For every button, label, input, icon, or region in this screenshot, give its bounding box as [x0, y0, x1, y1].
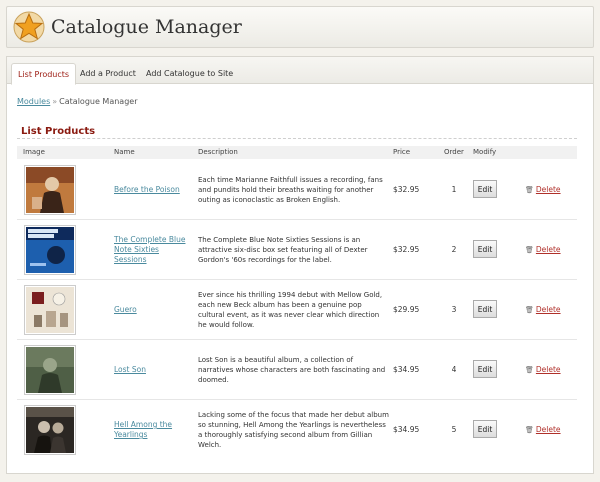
breadcrumb: Modules» Catalogue Manager	[17, 97, 138, 106]
delete-link[interactable]: 🗑 Delete	[525, 400, 561, 460]
album-cover-image	[24, 405, 76, 455]
delete-label: Delete	[535, 245, 561, 254]
edit-button[interactable]: Edit	[473, 300, 497, 318]
edit-button[interactable]: Edit	[473, 180, 497, 198]
product-price: $34.95	[393, 365, 420, 374]
product-description: Lacking some of the focus that made her …	[198, 411, 389, 449]
product-name-link[interactable]: Guero	[114, 280, 190, 340]
album-cover-image	[24, 165, 76, 215]
section-divider	[17, 138, 577, 139]
product-price: $32.95	[393, 245, 420, 254]
tab-bar: List Products Add a Product Add Catalogu…	[7, 57, 593, 85]
album-cover-image	[24, 225, 76, 275]
tab-list-products[interactable]: List Products	[11, 63, 77, 85]
edit-button[interactable]: Edit	[473, 420, 497, 438]
product-order: 2	[451, 245, 457, 254]
product-price: $32.95	[393, 185, 420, 194]
breadcrumb-link-modules[interactable]: Modules	[17, 97, 50, 106]
column-header-name: Name	[114, 148, 135, 156]
product-order: 1	[451, 185, 457, 194]
table-row: Hell Among the Yearlings Lacking some of…	[17, 400, 577, 460]
main-panel: List Products Add a Product Add Catalogu…	[6, 56, 594, 474]
table-row: The Complete Blue Note Sixties Sessions …	[17, 220, 577, 280]
product-order: 4	[451, 365, 457, 374]
product-description: Lost Son is a beautiful album, a collect…	[198, 356, 386, 384]
tab-add-product[interactable]: Add a Product	[80, 63, 136, 84]
album-cover-image	[24, 285, 76, 335]
table-row: Lost Son Lost Son is a beautiful album, …	[17, 340, 577, 400]
edit-button[interactable]: Edit	[473, 240, 497, 258]
app-header: Catalogue Manager	[6, 6, 594, 48]
product-price: $29.95	[393, 305, 420, 314]
product-description: The Complete Blue Note Sixties Sessions …	[198, 236, 368, 264]
trash-icon: 🗑	[525, 246, 534, 254]
product-order: 5	[451, 425, 457, 434]
star-icon	[13, 11, 45, 43]
edit-button[interactable]: Edit	[473, 360, 497, 378]
table-row: Before the Poison Each time Marianne Fai…	[17, 160, 577, 220]
product-table: Before the Poison Each time Marianne Fai…	[17, 160, 577, 460]
product-description: Ever since his thrilling 1994 debut with…	[198, 291, 383, 329]
delete-link[interactable]: 🗑 Delete	[525, 340, 561, 400]
product-name-link[interactable]: Before the Poison	[114, 160, 190, 220]
table-header: Image Name Description Price Order Modif…	[17, 146, 577, 159]
delete-link[interactable]: 🗑 Delete	[525, 220, 561, 280]
table-row: Guero Ever since his thrilling 1994 debu…	[17, 280, 577, 340]
delete-label: Delete	[535, 185, 561, 194]
delete-link[interactable]: 🗑 Delete	[525, 280, 561, 340]
product-order: 3	[451, 305, 457, 314]
column-header-image: Image	[23, 148, 45, 156]
trash-icon: 🗑	[525, 426, 534, 434]
column-header-description: Description	[198, 148, 238, 156]
product-name-link[interactable]: Hell Among the Yearlings	[114, 400, 190, 460]
product-name-link[interactable]: Lost Son	[114, 340, 190, 400]
delete-label: Delete	[535, 365, 561, 374]
album-cover-image	[24, 345, 76, 395]
column-header-price: Price	[393, 148, 411, 156]
column-header-modify: Modify	[473, 148, 497, 156]
product-name-link[interactable]: The Complete Blue Note Sixties Sessions	[114, 220, 190, 280]
trash-icon: 🗑	[525, 366, 534, 374]
trash-icon: 🗑	[525, 306, 534, 314]
app-title: Catalogue Manager	[51, 16, 242, 38]
breadcrumb-current: Catalogue Manager	[59, 97, 138, 106]
breadcrumb-separator: »	[52, 97, 58, 106]
section-title: List Products	[21, 126, 96, 137]
delete-label: Delete	[535, 425, 561, 434]
product-price: $34.95	[393, 425, 420, 434]
tab-add-catalogue-to-site[interactable]: Add Catalogue to Site	[146, 63, 233, 84]
column-header-order: Order	[444, 148, 464, 156]
product-description: Each time Marianne Faithfull issues a re…	[198, 176, 383, 204]
delete-link[interactable]: 🗑 Delete	[525, 160, 561, 220]
delete-label: Delete	[535, 305, 561, 314]
trash-icon: 🗑	[525, 186, 534, 194]
